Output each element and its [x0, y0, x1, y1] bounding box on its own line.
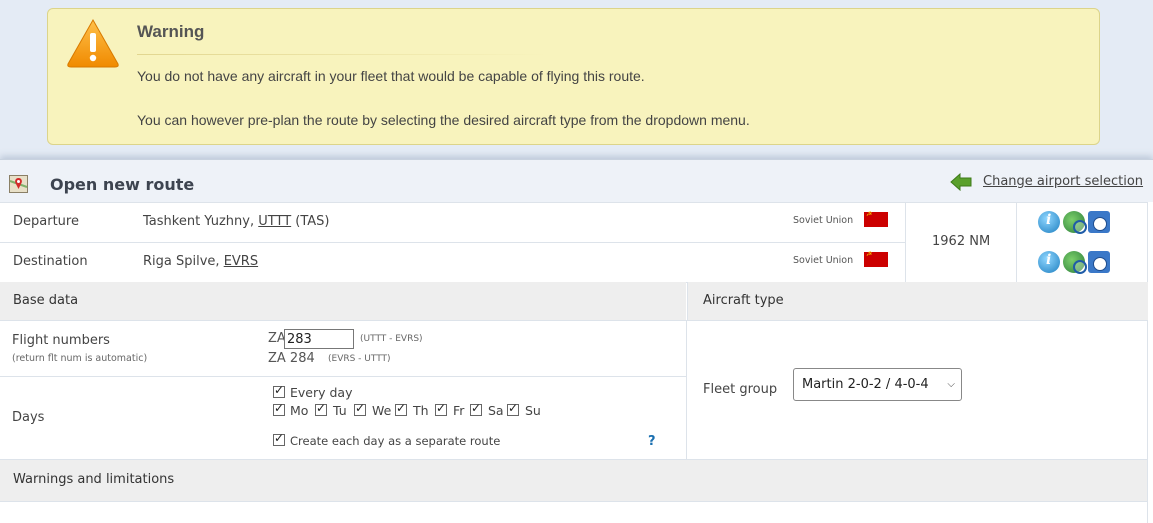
route-table: Departure Tashkent Yuzhny, UTTT (TAS) So… [0, 202, 1148, 283]
globe-search-icon[interactable] [1063, 251, 1087, 274]
destination-actions [1038, 251, 1128, 275]
back-arrow-icon[interactable] [950, 173, 972, 191]
outbound-route: (UTTT - EVRS) [360, 334, 423, 344]
destination-airport: Riga Spilve, EVRS [143, 254, 258, 269]
day-checkbox-tu[interactable] [315, 401, 327, 416]
fleet-group-select[interactable]: Martin 2-0-2 / 4-0-4 ⌵ [793, 368, 962, 401]
section-divider [686, 320, 687, 459]
globe-search-icon[interactable] [1063, 211, 1087, 234]
soviet-flag-icon [864, 250, 888, 267]
day-checkbox-th[interactable] [395, 401, 407, 416]
aircraft-type-title: Aircraft type [703, 293, 784, 308]
day-checkbox-sa[interactable] [470, 401, 482, 416]
fleet-group-value: Martin 2-0-2 / 4-0-4 [802, 377, 929, 392]
separate-route-checkbox[interactable] [273, 431, 285, 446]
day-checkbox-we[interactable] [354, 401, 366, 416]
flight-number-input[interactable] [284, 329, 354, 349]
departure-label: Departure [13, 214, 79, 229]
open-route-panel: Open new route Change airport selection … [0, 159, 1153, 523]
flight-numbers-label: Flight numbers [12, 333, 110, 348]
destination-row: Destination Riga Spilve, EVRS Soviet Uni… [0, 243, 905, 282]
warning-message: You do not have any aircraft in your fle… [137, 68, 645, 84]
flight-numbers-note: (return flt num is automatic) [12, 353, 148, 364]
separate-route-label: Create each day as a separate route [290, 434, 501, 448]
warnings-section: Warnings and limitations [0, 459, 1148, 523]
day-checkbox-mo[interactable] [273, 401, 285, 416]
departure-country: Soviet Union [793, 215, 854, 226]
base-data-section: Base data Aircraft type Flight numbers (… [0, 282, 1148, 459]
every-day-label: Every day [290, 385, 353, 400]
schedule-icon[interactable] [1088, 251, 1110, 273]
destination-icao-link[interactable]: EVRS [224, 254, 258, 269]
map-pin-icon [9, 175, 28, 193]
day-checkbox-fr[interactable] [435, 401, 447, 416]
schedule-icon[interactable] [1088, 211, 1110, 233]
warning-hint: You can however pre-plan the route by se… [137, 112, 750, 128]
day-label-tu: Tu [333, 403, 347, 418]
return-route: (EVRS - UTTT) [328, 354, 391, 364]
info-icon[interactable] [1038, 251, 1060, 273]
page-title: Open new route [50, 175, 195, 194]
aircraft-type-header: Aircraft type [687, 282, 1148, 321]
route-distance: 1962 NM [932, 234, 991, 249]
base-data-title: Base data [13, 293, 79, 308]
warning-triangle-icon [67, 18, 119, 68]
soviet-flag-icon [864, 210, 888, 227]
departure-airport: Tashkent Yuzhny, UTTT (TAS) [143, 214, 330, 229]
warning-divider [137, 54, 547, 55]
chevron-down-icon: ⌵ [947, 379, 955, 390]
flight-numbers-row: Flight numbers (return flt num is automa… [0, 321, 686, 377]
warning-box: Warning You do not have any aircraft in … [47, 8, 1100, 145]
info-icon[interactable] [1038, 211, 1060, 233]
help-icon[interactable]: ? [648, 434, 656, 449]
departure-icao-link[interactable]: UTTT [258, 214, 291, 229]
change-airport-link[interactable]: Change airport selection [983, 174, 1143, 189]
distance-cell: 1962 NM [905, 203, 1017, 282]
destination-name: Riga Spilve, [143, 254, 224, 269]
warnings-title: Warnings and limitations [13, 472, 175, 487]
panel-header: Open new route Change airport selection [0, 160, 1153, 202]
base-data-header: Base data [0, 282, 686, 321]
day-checkbox-su[interactable] [507, 401, 519, 416]
warnings-header: Warnings and limitations [0, 459, 1147, 502]
destination-country: Soviet Union [793, 255, 854, 266]
day-label-fr: Fr [453, 403, 465, 418]
departure-name: Tashkent Yuzhny, [143, 214, 259, 229]
every-day-checkbox[interactable] [273, 383, 285, 398]
fleet-group-label: Fleet group [703, 382, 778, 397]
day-label-th: Th [413, 403, 429, 418]
day-label-mo: Mo [290, 403, 309, 418]
departure-row: Departure Tashkent Yuzhny, UTTT (TAS) So… [0, 203, 905, 243]
day-label-we: We [372, 403, 392, 418]
days-label: Days [12, 410, 45, 425]
day-label-su: Su [525, 403, 541, 418]
warning-title: Warning [137, 22, 205, 41]
departure-iata: (TAS) [291, 214, 330, 229]
departure-actions [1038, 211, 1128, 235]
day-label-sa: Sa [488, 403, 504, 418]
return-flight-number: ZA 284 [268, 351, 315, 366]
destination-label: Destination [13, 254, 88, 269]
days-row: Days Every day Mo Tu We Th Fr Sa Su Crea… [0, 377, 686, 459]
